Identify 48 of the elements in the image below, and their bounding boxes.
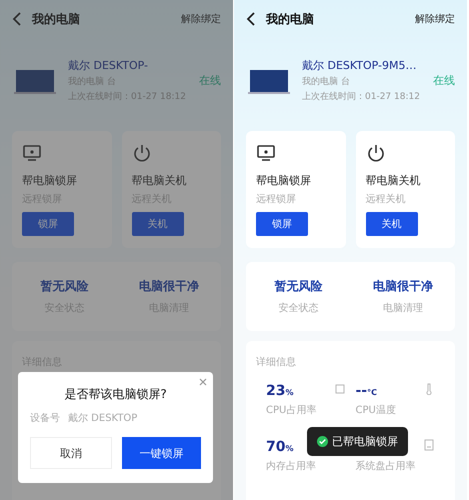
action-title: 帮电脑关机 xyxy=(366,173,420,188)
monitor-icon xyxy=(22,143,42,163)
device-id: 戴尔 DESKTOP xyxy=(68,412,138,425)
check-icon xyxy=(317,436,328,447)
page-title: 我的电脑 xyxy=(32,10,81,28)
status-value: 电脑很干净 xyxy=(138,278,199,295)
device-name: 戴尔 DESKTOP- xyxy=(68,58,149,73)
status-label: 安全状态 xyxy=(278,302,318,315)
status-value: 暂无风险 xyxy=(40,278,88,295)
stat-value: 23% xyxy=(266,383,294,400)
action-title: 帮电脑关机 xyxy=(132,173,186,188)
page-title: 我的电脑 xyxy=(266,10,315,28)
dialog-title: 是否帮该电脑锁屏? xyxy=(64,386,167,403)
stat-label: CPU温度 xyxy=(356,404,396,417)
power-icon xyxy=(366,143,386,163)
action-button[interactable]: 关机 xyxy=(132,212,184,236)
unbind-link[interactable]: 解除绑定 xyxy=(415,12,455,26)
action-title: 帮电脑锁屏 xyxy=(22,173,77,188)
stat-value: 70% xyxy=(266,439,294,456)
status-value: 电脑很干净 xyxy=(372,278,433,295)
lock-button[interactable]: 一键锁屏 xyxy=(122,437,201,469)
action-title: 帮电脑锁屏 xyxy=(256,173,311,188)
device-name: 戴尔 DESKTOP-9M5… xyxy=(302,58,418,73)
action-button[interactable]: 锁屏 xyxy=(256,212,308,236)
close-icon[interactable] xyxy=(199,378,207,386)
action-subtitle: 远程关机 xyxy=(366,192,406,206)
last-online-text: 上次在线时间：01-27 18:12 xyxy=(302,90,421,103)
stat-value: --°C xyxy=(356,383,378,400)
online-status: 在线 xyxy=(433,73,455,88)
stat-label: 系统盘占用率 xyxy=(356,460,416,473)
back-icon[interactable] xyxy=(246,12,256,26)
action-button[interactable]: 关机 xyxy=(366,212,418,236)
stat-label: CPU占用率 xyxy=(266,404,316,417)
device-label: 设备号 xyxy=(30,412,60,425)
cancel-button[interactable]: 取消 xyxy=(30,437,112,469)
power-icon xyxy=(132,143,152,163)
details-title: 详细信息 xyxy=(256,356,297,369)
device-subtitle: 我的电脑 台 xyxy=(302,76,351,88)
unbind-link[interactable]: 解除绑定 xyxy=(181,12,221,26)
monitor-icon xyxy=(256,143,276,163)
toast-text: 已帮电脑锁屏 xyxy=(332,434,398,449)
status-label: 电脑清理 xyxy=(382,302,423,315)
action-button[interactable]: 锁屏 xyxy=(22,212,74,236)
stat-label: 内存占用率 xyxy=(266,460,316,473)
action-subtitle: 远程锁屏 xyxy=(256,193,296,206)
status-value: 暂无风险 xyxy=(274,278,322,295)
online-status: 在线 xyxy=(199,73,221,88)
chip-icon xyxy=(334,383,346,395)
